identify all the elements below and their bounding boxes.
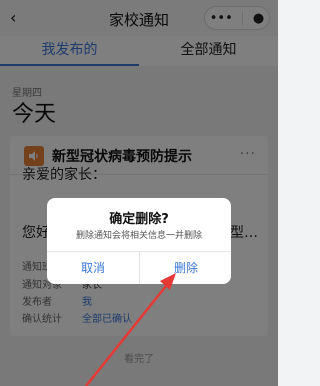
delete-button[interactable]: 删除 xyxy=(140,252,231,284)
cancel-button[interactable]: 取消 xyxy=(47,252,139,284)
dialog-title: 确定删除? xyxy=(109,212,169,227)
dialog-message: 删除通知会将相关信息一并删除 xyxy=(75,231,202,241)
delete-confirm-dialog: 确定删除? 删除通知会将相关信息一并删除 取消 删除 xyxy=(47,198,231,284)
modal-overlay[interactable] xyxy=(0,0,278,386)
